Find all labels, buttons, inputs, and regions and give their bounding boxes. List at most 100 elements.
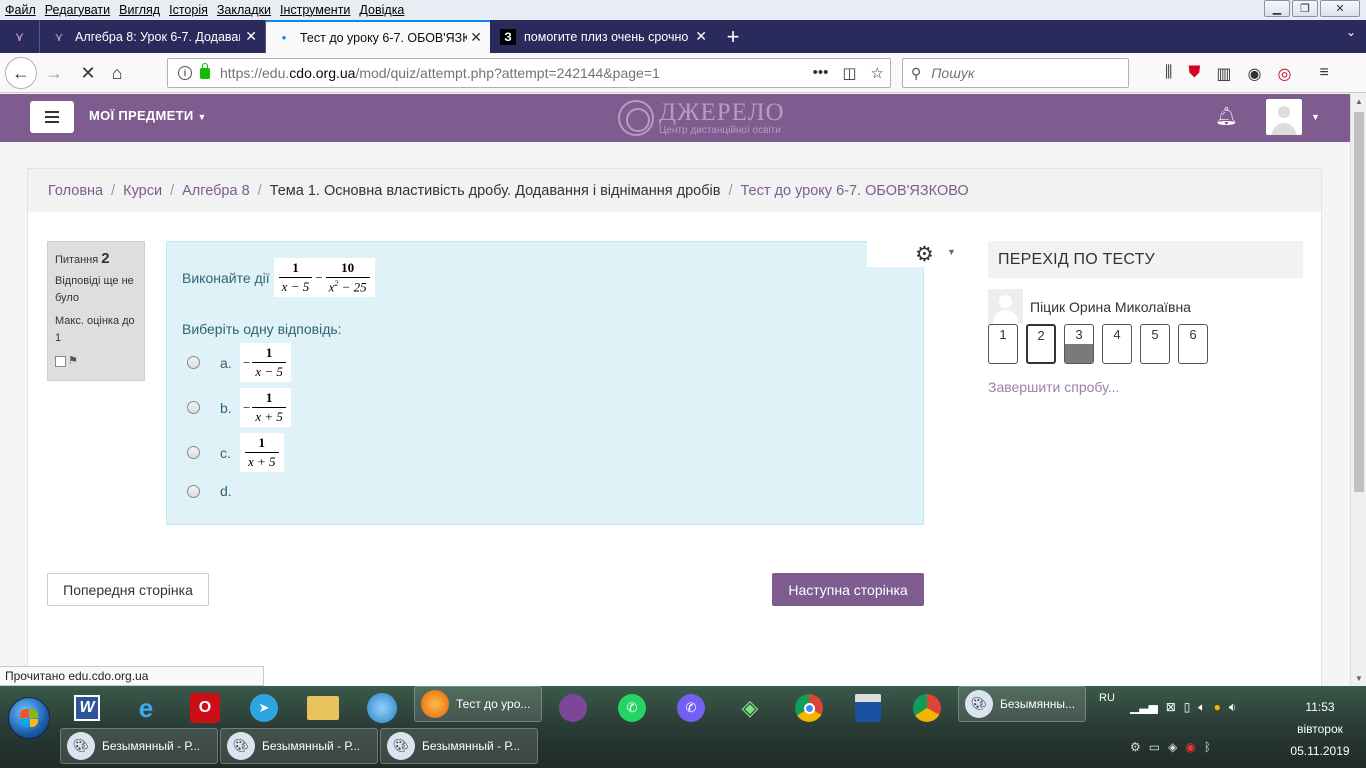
taskbar-paint[interactable]: 🎨︎ Безымянны...	[958, 686, 1086, 722]
new-tab-button[interactable]: +	[720, 20, 746, 53]
shield-icon[interactable]: ⛊	[1188, 64, 1200, 84]
taskbar-firefox[interactable]: Тест до уро...	[414, 686, 542, 722]
display-icon[interactable]: ▭	[1149, 740, 1160, 754]
caret-down-icon[interactable]: ▼	[947, 247, 956, 257]
my-courses-menu[interactable]: МОЇ ПРЕДМЕТИ ▼	[89, 108, 207, 123]
volume-icon[interactable]: 🔉︎	[1229, 700, 1237, 715]
notification-icon[interactable]: ●	[1214, 700, 1221, 715]
menu-edit[interactable]: Редагувати	[40, 3, 114, 17]
bluetooth-icon[interactable]: ᛒ	[1204, 740, 1211, 754]
back-button[interactable]: ←	[5, 57, 37, 89]
menu-file[interactable]: Файл	[0, 3, 40, 17]
user-avatar[interactable]	[1266, 99, 1302, 135]
chrome-app-icon[interactable]	[907, 690, 947, 726]
flag-checkbox[interactable]	[55, 356, 66, 367]
app-chip-icon[interactable]: ◈	[730, 690, 770, 726]
answer-option-b[interactable]: b. −1 x + 5	[187, 388, 291, 427]
battery-icon[interactable]: ▯	[1184, 700, 1191, 715]
answer-option-a[interactable]: a. −1 x − 5	[187, 343, 291, 382]
scrollbar-thumb[interactable]	[1354, 112, 1364, 492]
internet-explorer-icon[interactable]: e	[126, 690, 166, 726]
opera-icon[interactable]: O	[185, 690, 225, 726]
flag-question[interactable]: ⚑	[55, 353, 137, 370]
url-bar[interactable]: i https://edu.cdo.org.ua/mod/quiz/attemp…	[167, 58, 891, 88]
stop-button[interactable]: ✕	[74, 59, 102, 87]
chevron-down-icon[interactable]: ⌄	[1346, 25, 1356, 39]
paint-window-1[interactable]: 🎨︎ Безымянный - Р...	[60, 728, 218, 764]
save-floppy-icon[interactable]	[848, 690, 888, 726]
caret-down-icon[interactable]: ▼	[1311, 112, 1320, 122]
menu-help[interactable]: Довідка	[354, 3, 408, 17]
answer-option-c[interactable]: c. 1x + 5	[187, 433, 284, 472]
breadcrumb-quiz[interactable]: Тест до уроку 6-7. ОБОВ'ЯЗКОВО	[740, 183, 968, 199]
library-icon[interactable]: ⫼	[1165, 64, 1172, 84]
antivirus-icon[interactable]: ◉	[1185, 740, 1195, 754]
tray-app-icon[interactable]: ⚙	[1130, 740, 1141, 754]
home-button[interactable]: ⌂	[103, 59, 131, 87]
drawer-toggle-button[interactable]	[30, 101, 74, 133]
paint-window-3[interactable]: 🎨︎ Безымянный - Р...	[380, 728, 538, 764]
quiz-nav-question-5[interactable]: 5	[1140, 324, 1170, 364]
network-globe-icon[interactable]	[362, 690, 402, 726]
tab-algebra[interactable]: ⋎ Алгебра 8: Урок 6-7. Додаван ✕	[41, 20, 266, 53]
site-logo[interactable]: ДЖЕРЕЛО Центр дистанційної освіти	[618, 100, 785, 136]
bookmark-star-icon[interactable]: ☆	[871, 64, 884, 82]
tab-quiz[interactable]: ● Тест до уроку 6-7. ОБОВ'ЯЗКО ✕	[266, 20, 490, 53]
telegram-icon[interactable]: ➤	[244, 690, 284, 726]
more-actions-icon[interactable]: •••	[813, 64, 829, 82]
answer-option-d[interactable]: d.	[187, 483, 236, 499]
speaker-icon[interactable]: 🔈︎	[1198, 700, 1205, 715]
next-page-button[interactable]: Наступна сторінка	[772, 573, 924, 606]
hamburger-menu-icon[interactable]: ≡	[1319, 64, 1328, 84]
language-indicator[interactable]: RU	[1099, 692, 1115, 704]
menu-view[interactable]: Вигляд	[114, 3, 164, 17]
extension-icon[interactable]: ◎	[1277, 64, 1291, 84]
breadcrumb-home[interactable]: Головна	[48, 183, 103, 199]
finish-attempt-link[interactable]: Завершити спробу...	[988, 379, 1303, 395]
maximize-button[interactable]: ❐	[1292, 0, 1318, 17]
link-icon[interactable]: ◈	[1168, 740, 1177, 754]
menu-history[interactable]: Історія	[164, 3, 212, 17]
quiz-nav-question-1[interactable]: 1	[988, 324, 1018, 364]
gear-icon[interactable]: ⚙	[915, 242, 934, 267]
account-icon[interactable]: ◉	[1248, 64, 1262, 84]
page-scrollbar[interactable]: ▲ ▼	[1350, 94, 1366, 686]
quiz-nav-question-4[interactable]: 4	[1102, 324, 1132, 364]
chrome-icon[interactable]	[789, 690, 829, 726]
previous-page-button[interactable]: Попередня сторінка	[47, 573, 209, 606]
radio-b[interactable]	[187, 401, 200, 414]
url-text[interactable]: https://edu.cdo.org.ua/mod/quiz/attempt.…	[220, 65, 660, 81]
quiz-nav-question-3[interactable]: 3	[1064, 324, 1094, 364]
close-window-button[interactable]: ✕	[1320, 0, 1360, 17]
pinned-tab-moodle[interactable]: ⋎	[0, 20, 40, 53]
close-tab-icon[interactable]: ✕	[695, 28, 707, 45]
scroll-up-icon[interactable]: ▲	[1355, 97, 1363, 106]
whatsapp-icon[interactable]: ✆	[612, 690, 652, 726]
forward-button[interactable]: →	[40, 59, 68, 87]
viber-icon[interactable]: ✆	[671, 690, 711, 726]
scroll-down-icon[interactable]: ▼	[1355, 674, 1363, 683]
file-explorer-icon[interactable]	[303, 690, 343, 726]
minimize-button[interactable]: ▁	[1264, 0, 1290, 17]
start-button[interactable]	[8, 697, 50, 739]
tor-browser-icon[interactable]	[553, 690, 593, 726]
info-icon[interactable]: i	[178, 66, 192, 80]
radio-d[interactable]	[187, 484, 200, 498]
signal-icon[interactable]: ▁▃▅	[1130, 700, 1158, 715]
close-tab-icon[interactable]: ✕	[245, 28, 257, 45]
bell-icon[interactable]: 🔔︎	[1215, 106, 1238, 127]
menu-bookmarks[interactable]: Закладки	[212, 3, 275, 17]
lock-icon[interactable]	[200, 62, 210, 79]
tab-znanija[interactable]: З помогите плиз очень срочно ✕	[490, 20, 715, 53]
pocket-icon[interactable]: ◫	[842, 64, 856, 82]
menu-tools[interactable]: Інструменти	[275, 3, 354, 17]
breadcrumb-course[interactable]: Алгебра 8	[182, 183, 250, 199]
close-tab-icon[interactable]: ✕	[470, 29, 482, 46]
network-icon[interactable]: ⊠	[1166, 700, 1176, 715]
clock[interactable]: 11:53 вівторок 05.11.2019	[1280, 696, 1360, 762]
word-icon[interactable]: W	[67, 690, 107, 726]
search-input[interactable]: ⚲ Пошук	[902, 58, 1129, 88]
quiz-nav-question-6[interactable]: 6	[1178, 324, 1208, 364]
radio-c[interactable]	[187, 446, 200, 459]
radio-a[interactable]	[187, 356, 200, 369]
